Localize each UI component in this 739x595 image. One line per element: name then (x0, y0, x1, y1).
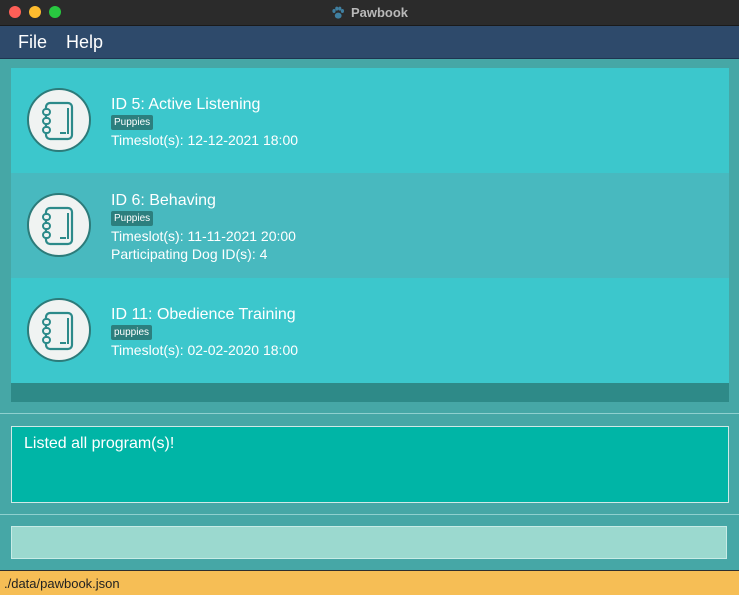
program-tag: Puppies (111, 211, 154, 226)
menu-bar: File Help (0, 26, 739, 59)
program-list[interactable]: ID 5: Active Listening Puppies Timeslot(… (11, 68, 729, 402)
menu-file[interactable]: File (18, 32, 47, 53)
notebook-icon (27, 88, 91, 152)
program-title: ID 11: Obedience Training (111, 306, 296, 323)
program-title: ID 5: Active Listening (111, 96, 261, 113)
data-file-path: ./data/pawbook.json (4, 576, 120, 591)
paw-icon (332, 6, 344, 19)
command-input[interactable] (12, 527, 726, 558)
notebook-icon (27, 193, 91, 257)
program-card[interactable]: ID 5: Active Listening Puppies Timeslot(… (11, 68, 729, 173)
window-title-group: Pawbook (0, 0, 739, 25)
result-message: Listed all program(s)! (24, 435, 175, 452)
notebook-icon (27, 298, 91, 362)
program-dog-ids: Participating Dog ID(s): 4 (111, 246, 268, 262)
window-title: Pawbook (350, 5, 409, 20)
divider (0, 514, 739, 515)
program-timeslot: Timeslot(s): 02-02-2020 18:00 (111, 342, 299, 358)
status-bar: ./data/pawbook.json (0, 571, 739, 595)
program-tag: Puppies (111, 115, 154, 130)
program-tag: puppies (111, 325, 153, 340)
program-title: ID 6: Behaving (111, 192, 216, 209)
divider (0, 413, 739, 414)
program-timeslot: Timeslot(s): 11-11-2021 20:00 (111, 228, 296, 244)
command-box[interactable] (11, 526, 727, 559)
result-display: Listed all program(s)! (11, 426, 729, 503)
app-window: Pawbook File Help ID 5: Active Listening… (0, 0, 739, 595)
program-timeslot: Timeslot(s): 12-12-2021 18:00 (111, 132, 299, 148)
menu-help[interactable]: Help (66, 32, 103, 53)
program-card[interactable]: ID 11: Obedience Training puppies Timesl… (11, 278, 729, 383)
program-card-selected[interactable]: ID 6: Behaving Puppies Timeslot(s): 11-1… (11, 173, 729, 278)
title-bar: Pawbook (0, 0, 739, 26)
